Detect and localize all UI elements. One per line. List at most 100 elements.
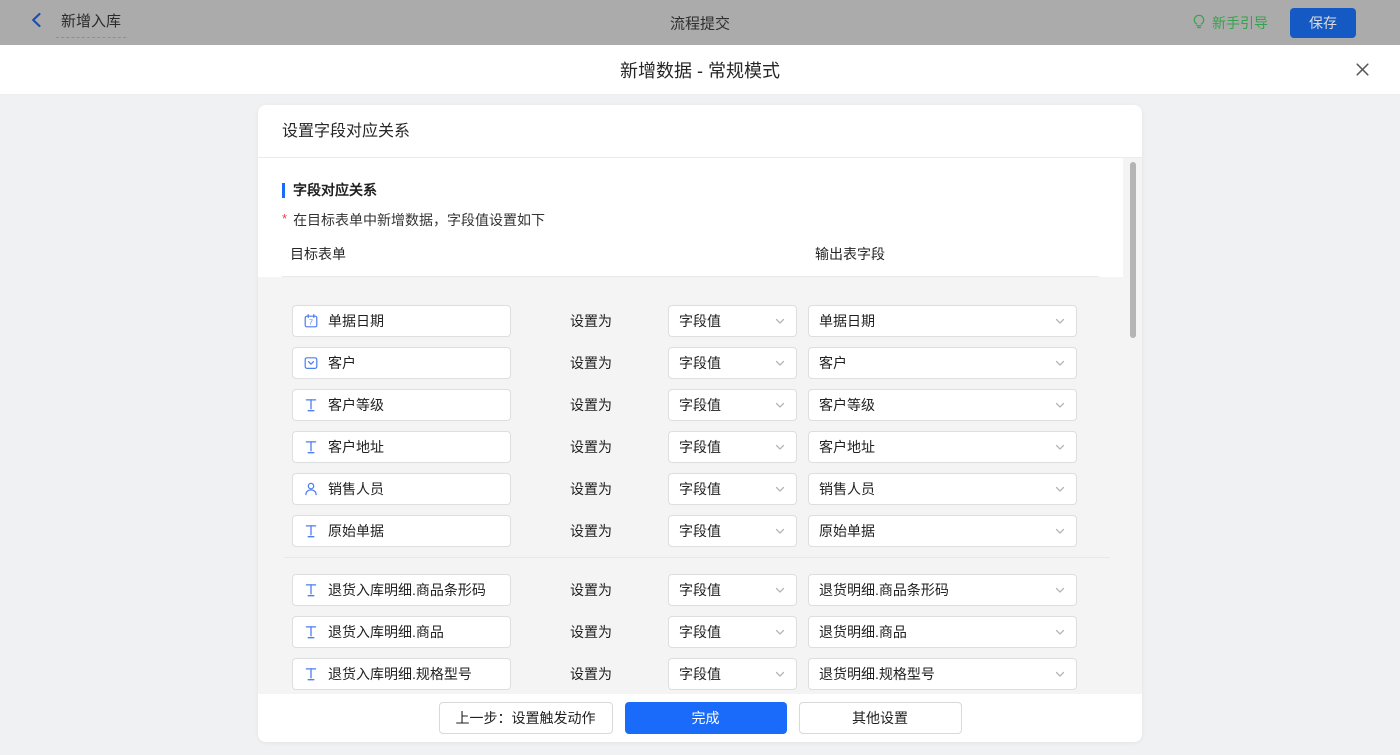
chevron-down-icon <box>774 399 786 411</box>
field-mapping-row: 客户地址 设置为 字段值 客户地址 <box>292 431 1142 463</box>
section-title: 字段对应关系 <box>293 180 377 200</box>
group-divider <box>284 557 1110 558</box>
output-field-select[interactable]: 客户地址 <box>808 431 1077 463</box>
dropdown-field-icon <box>303 355 319 371</box>
value-type-select[interactable]: 字段值 <box>668 305 797 337</box>
value-type-value: 字段值 <box>679 479 721 499</box>
target-field-label: 原始单据 <box>328 521 384 541</box>
output-field-value: 退货明细.商品条形码 <box>819 580 949 600</box>
section-accent-bar <box>282 183 285 198</box>
chevron-down-icon <box>774 483 786 495</box>
calendar-icon: 7 <box>303 313 319 329</box>
target-field-label: 退货入库明细.商品 <box>328 622 444 642</box>
target-field-label: 客户地址 <box>328 437 384 457</box>
target-field-label: 退货入库明细.规格型号 <box>328 664 472 684</box>
section-intro: 字段对应关系 * 在目标表单中新增数据，字段值设置如下 目标表单 输出表字段 <box>258 158 1123 277</box>
chevron-down-icon <box>1054 399 1066 411</box>
value-type-select[interactable]: 字段值 <box>668 658 797 690</box>
lightbulb-icon <box>1191 13 1207 32</box>
field-mapping-row: 客户 设置为 字段值 客户 <box>292 347 1142 379</box>
output-field-value: 销售人员 <box>819 479 875 499</box>
chevron-down-icon <box>774 315 786 327</box>
modal-title: 新增数据 - 常规模式 <box>620 57 780 83</box>
topbar-left: 新增入库 <box>28 7 126 38</box>
topbar-right: 新手引导 保存 <box>1191 8 1356 38</box>
back-button[interactable] <box>28 11 46 34</box>
chevron-down-icon <box>774 584 786 596</box>
workflow-name-field[interactable]: 新增入库 <box>56 7 126 38</box>
value-type-select[interactable]: 字段值 <box>668 616 797 648</box>
done-button[interactable]: 完成 <box>625 702 787 734</box>
chevron-down-icon <box>1054 315 1066 327</box>
workflow-type-label: 流程提交 <box>670 12 730 33</box>
target-field-box[interactable]: 退货入库明细.商品条形码 <box>292 574 511 606</box>
output-field-select[interactable]: 客户等级 <box>808 389 1077 421</box>
target-field-box[interactable]: 销售人员 <box>292 473 511 505</box>
set-as-label: 设置为 <box>570 479 612 499</box>
output-field-select[interactable]: 退货明细.商品 <box>808 616 1077 648</box>
chevron-down-icon <box>774 525 786 537</box>
value-type-select[interactable]: 字段值 <box>668 515 797 547</box>
set-as-label: 设置为 <box>570 521 612 541</box>
value-type-select[interactable]: 字段值 <box>668 389 797 421</box>
chevron-down-icon <box>1054 483 1066 495</box>
close-icon[interactable] <box>1350 58 1374 82</box>
save-button[interactable]: 保存 <box>1290 8 1356 38</box>
value-type-value: 字段值 <box>679 580 721 600</box>
column-header-target-form: 目标表单 <box>290 244 346 264</box>
beginner-guide-link[interactable]: 新手引导 <box>1191 13 1268 33</box>
target-field-label: 客户 <box>328 353 356 373</box>
value-type-select[interactable]: 字段值 <box>668 574 797 606</box>
target-field-label: 销售人员 <box>328 479 384 499</box>
target-field-box[interactable]: 7 单据日期 <box>292 305 511 337</box>
target-field-label: 单据日期 <box>328 311 384 331</box>
target-field-box[interactable]: 退货入库明细.规格型号 <box>292 658 511 690</box>
output-field-select[interactable]: 退货明细.商品条形码 <box>808 574 1077 606</box>
value-type-value: 字段值 <box>679 311 721 331</box>
output-field-select[interactable]: 销售人员 <box>808 473 1077 505</box>
value-type-select[interactable]: 字段值 <box>668 347 797 379</box>
chevron-down-icon <box>1054 584 1066 596</box>
modal-titlebar: 新增数据 - 常规模式 <box>0 45 1400 95</box>
target-field-box[interactable]: 客户 <box>292 347 511 379</box>
output-field-select[interactable]: 单据日期 <box>808 305 1077 337</box>
field-mapping-row: 客户等级 设置为 字段值 客户等级 <box>292 389 1142 421</box>
other-settings-button[interactable]: 其他设置 <box>799 702 962 734</box>
output-field-select[interactable]: 退货明细.规格型号 <box>808 658 1077 690</box>
value-type-value: 字段值 <box>679 622 721 642</box>
scrollbar-thumb[interactable] <box>1130 162 1136 338</box>
output-field-select[interactable]: 客户 <box>808 347 1077 379</box>
text-field-icon <box>303 439 319 455</box>
chevron-down-icon <box>774 441 786 453</box>
value-type-select[interactable]: 字段值 <box>668 473 797 505</box>
target-field-box[interactable]: 客户等级 <box>292 389 511 421</box>
target-field-box[interactable]: 客户地址 <box>292 431 511 463</box>
prev-step-button[interactable]: 上一步：设置触发动作 <box>439 702 613 734</box>
field-mapping-list: 7 单据日期 设置为 字段值 单据日期 客户 设置为 字段值 客户 <box>258 277 1142 690</box>
output-field-value: 客户 <box>819 353 847 373</box>
settings-card: 设置字段对应关系 字段对应关系 * 在目标表单中新增数据，字段值设置如下 目标表… <box>258 105 1142 742</box>
output-field-value: 原始单据 <box>819 521 875 541</box>
value-type-value: 字段值 <box>679 353 721 373</box>
output-field-select[interactable]: 原始单据 <box>808 515 1077 547</box>
user-icon <box>303 481 319 497</box>
output-field-value: 单据日期 <box>819 311 875 331</box>
target-field-box[interactable]: 原始单据 <box>292 515 511 547</box>
set-as-label: 设置为 <box>570 353 612 373</box>
value-type-select[interactable]: 字段值 <box>668 431 797 463</box>
set-as-label: 设置为 <box>570 395 612 415</box>
field-rows-main: 7 单据日期 设置为 字段值 单据日期 客户 设置为 字段值 客户 <box>292 305 1142 547</box>
target-field-box[interactable]: 退货入库明细.商品 <box>292 616 511 648</box>
screen: 新增入库 流程提交 新手引导 保存 新增数据 - 常规模式 <box>0 0 1400 755</box>
set-as-label: 设置为 <box>570 664 612 684</box>
chevron-down-icon <box>1054 441 1066 453</box>
target-field-label: 客户等级 <box>328 395 384 415</box>
card-footer: 上一步：设置触发动作 完成 其他设置 <box>258 694 1142 742</box>
set-as-label: 设置为 <box>570 622 612 642</box>
field-rows-subform: 退货入库明细.商品条形码 设置为 字段值 退货明细.商品条形码 退货入库明细.商… <box>292 574 1142 690</box>
column-header-output-field: 输出表字段 <box>815 244 885 264</box>
svg-text:7: 7 <box>309 318 313 327</box>
modal-body: 设置字段对应关系 字段对应关系 * 在目标表单中新增数据，字段值设置如下 目标表… <box>0 105 1400 755</box>
field-mapping-row: 退货入库明细.商品 设置为 字段值 退货明细.商品 <box>292 616 1142 648</box>
output-field-value: 退货明细.规格型号 <box>819 664 935 684</box>
